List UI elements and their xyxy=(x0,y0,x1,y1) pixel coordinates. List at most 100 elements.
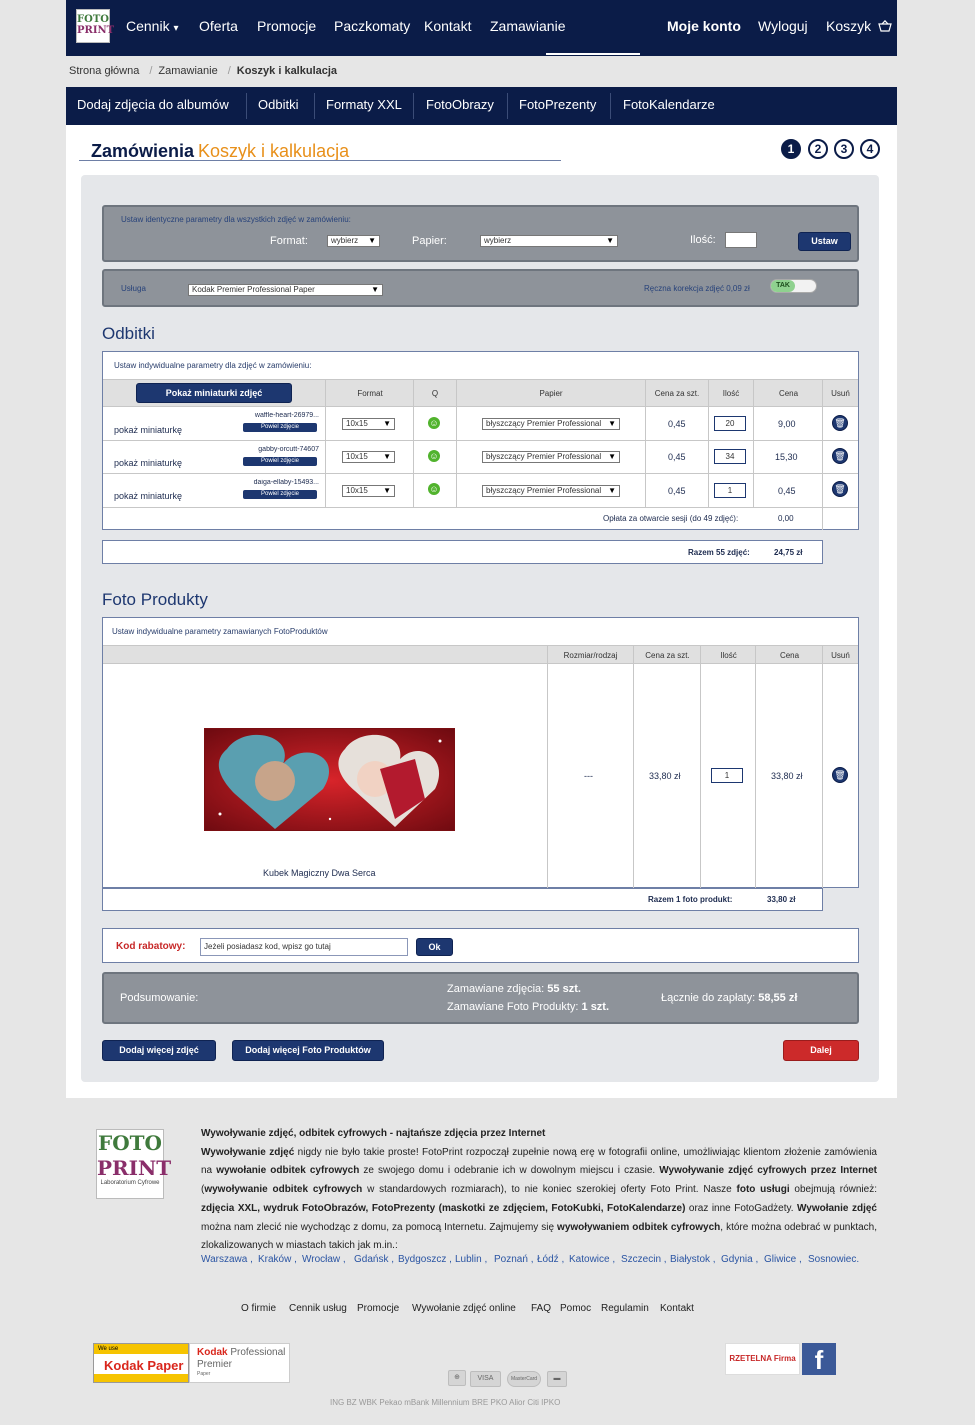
summary-products-value: 1 szt. xyxy=(581,1001,610,1013)
city-link[interactable]: Gdańsk , xyxy=(354,1254,394,1265)
footer-text: w standardowych rozmiarach), to nie koni… xyxy=(362,1184,737,1196)
nav-oferta[interactable]: Oferta xyxy=(199,18,238,34)
nav-my-account[interactable]: Moje konto xyxy=(667,18,741,34)
footer-link[interactable]: Cennik usług xyxy=(289,1303,347,1314)
prints-heading: Odbitki xyxy=(102,324,155,343)
basket-icon xyxy=(878,19,892,32)
footer-link[interactable]: Regulamin xyxy=(601,1303,649,1314)
row-qty-input[interactable]: 34 xyxy=(714,449,746,464)
footer-link[interactable]: Promocje xyxy=(357,1303,399,1314)
city-link[interactable]: Łódź , xyxy=(537,1254,564,1265)
row-format-select[interactable]: 10x15 ▼ xyxy=(342,451,395,463)
nav-promocje[interactable]: Promocje xyxy=(257,18,316,34)
city-link[interactable]: Gliwice , xyxy=(764,1254,802,1265)
fotoprint-logo[interactable]: FOTO PRINT xyxy=(76,9,114,43)
footer-link[interactable]: O firmie xyxy=(241,1303,276,1314)
service-select[interactable]: Kodak Premier Professional Paper ▼ xyxy=(188,284,383,296)
nav-cart[interactable]: Koszyk xyxy=(826,18,892,34)
chevron-down-icon: ▼ xyxy=(383,419,391,428)
footer-keyword: wywoływaniem odbitek cyfrowych xyxy=(557,1221,721,1233)
two-hearts-mug-image xyxy=(205,729,454,830)
card-icon: ▬ xyxy=(547,1371,567,1387)
format-select[interactable]: wybierz ▼ xyxy=(327,235,380,247)
city-link[interactable]: Sosnowiec. xyxy=(808,1254,859,1265)
discount-ok-button[interactable]: Ok xyxy=(416,938,453,956)
col-qty: Ilość xyxy=(720,651,737,660)
row-format-select[interactable]: 10x15 ▼ xyxy=(342,418,395,430)
summary-label: Podsumowanie: xyxy=(120,992,199,1004)
row-unit-price: 0,45 xyxy=(668,452,686,462)
paper-select[interactable]: wybierz ▼ xyxy=(480,235,618,247)
city-link[interactable]: Warszawa , xyxy=(201,1254,253,1265)
sub-navbar: Dodaj zdjęcia do albumów Odbitki Formaty… xyxy=(66,87,897,125)
row-paper-select[interactable]: błyszczący Premier Professional ▼ xyxy=(482,418,620,430)
add-more-photos-button[interactable]: Dodaj więcej zdjęć xyxy=(102,1040,216,1061)
discount-code-input[interactable]: Jeżeli posiadasz kod, wpisz go tutaj xyxy=(200,938,408,956)
show-thumbnails-button[interactable]: Pokaż miniaturki zdjęć xyxy=(136,383,292,403)
trash-icon[interactable]: 🗑 xyxy=(832,481,848,497)
subnav-odbitki[interactable]: Odbitki xyxy=(258,97,298,112)
footer-link[interactable]: Wywołanie zdjęć online xyxy=(412,1303,516,1314)
grid-line xyxy=(633,645,634,888)
set-button[interactable]: Ustaw xyxy=(798,232,851,251)
trash-icon[interactable]: 🗑 xyxy=(832,767,848,783)
footer-link[interactable]: Pomoc xyxy=(560,1303,591,1314)
city-link[interactable]: Bydgoszcz , xyxy=(398,1254,452,1265)
footer-link[interactable]: FAQ xyxy=(531,1303,551,1314)
col-qty: Ilość xyxy=(722,389,740,398)
product-qty-input[interactable]: 1 xyxy=(711,768,743,783)
city-link[interactable]: Gdynia , xyxy=(721,1254,758,1265)
paper-label: Papier: xyxy=(412,235,447,247)
facebook-icon[interactable]: f xyxy=(802,1343,836,1375)
row-qty-input[interactable]: 20 xyxy=(714,416,746,431)
grid-line xyxy=(413,379,414,507)
row-paper-select[interactable]: błyszczący Premier Professional ▼ xyxy=(482,451,620,463)
breadcrumb-zamawianie[interactable]: Zamawianie xyxy=(158,65,217,77)
subnav-fotoobrazy[interactable]: FotoObrazy xyxy=(426,97,494,112)
subnav-formaty-xxl[interactable]: Formaty XXL xyxy=(326,97,402,112)
city-link[interactable]: Katowice , xyxy=(569,1254,615,1265)
footer-link[interactable]: Kontakt xyxy=(660,1303,694,1314)
trash-icon[interactable]: 🗑 xyxy=(832,415,848,431)
city-link[interactable]: Wrocław , xyxy=(302,1254,346,1265)
trash-icon[interactable]: 🗑 xyxy=(832,448,848,464)
row-paper-value: błyszczący Premier Professional xyxy=(486,452,602,461)
row-format-select[interactable]: 10x15 ▼ xyxy=(342,485,395,497)
city-link[interactable]: Kraków , xyxy=(258,1254,297,1265)
nav-kontakt[interactable]: Kontakt xyxy=(424,18,471,34)
col-price: Cena xyxy=(779,651,800,660)
city-link[interactable]: Szczecin , xyxy=(621,1254,667,1265)
row-qty-input[interactable]: 1 xyxy=(714,483,746,498)
city-link[interactable]: Poznań , xyxy=(494,1254,533,1265)
subnav-fotokalendarze[interactable]: FotoKalendarze xyxy=(623,97,715,112)
city-link[interactable]: Lublin , xyxy=(455,1254,487,1265)
city-link[interactable]: Białystok , xyxy=(670,1254,716,1265)
rzetelna-firma-badge[interactable]: RZETELNA Firma xyxy=(725,1343,800,1375)
qty-input[interactable] xyxy=(725,232,757,248)
breadcrumb-home[interactable]: Strona główna xyxy=(69,65,139,77)
summary-products-label: Zamawiane Foto Produkty: xyxy=(447,1001,579,1013)
subnav-fotoprezenty[interactable]: FotoPrezenty xyxy=(519,97,596,112)
kodak-premier: Premier xyxy=(197,1359,233,1370)
nav-paczkomaty[interactable]: Paczkomaty xyxy=(334,18,410,34)
nav-logout[interactable]: Wyloguj xyxy=(758,18,808,34)
duplicate-photo-button[interactable]: Powiel zdjęcie xyxy=(243,423,317,432)
grid-line xyxy=(700,645,701,888)
footer-keyword: zdjęcia XXL, wydruk FotoObrazów, FotoPre… xyxy=(201,1202,686,1214)
subnav-divider xyxy=(610,93,611,119)
manual-correction-toggle[interactable]: TAK xyxy=(770,279,817,293)
step-3: 3 xyxy=(834,139,854,159)
row-paper-select[interactable]: błyszczący Premier Professional ▼ xyxy=(482,485,620,497)
show-thumbnail-link[interactable]: pokaż miniaturkę xyxy=(114,458,182,468)
format-label: Format: xyxy=(270,235,308,247)
show-thumbnail-link[interactable]: pokaż miniaturkę xyxy=(114,491,182,501)
next-button[interactable]: Dalej xyxy=(783,1040,859,1061)
duplicate-photo-button[interactable]: Powiel zdjęcie xyxy=(243,457,317,466)
prints-total-value: 24,75 zł xyxy=(774,548,803,557)
nav-zamawianie[interactable]: Zamawianie xyxy=(490,18,565,34)
subnav-albums[interactable]: Dodaj zdjęcia do albumów xyxy=(77,97,229,112)
show-thumbnail-link[interactable]: pokaż miniaturkę xyxy=(114,425,182,435)
add-more-products-button[interactable]: Dodaj więcej Foto Produktów xyxy=(232,1040,384,1061)
duplicate-photo-button[interactable]: Powiel zdjęcie xyxy=(243,490,317,499)
nav-cennik[interactable]: Cennik ▾ xyxy=(126,18,179,34)
